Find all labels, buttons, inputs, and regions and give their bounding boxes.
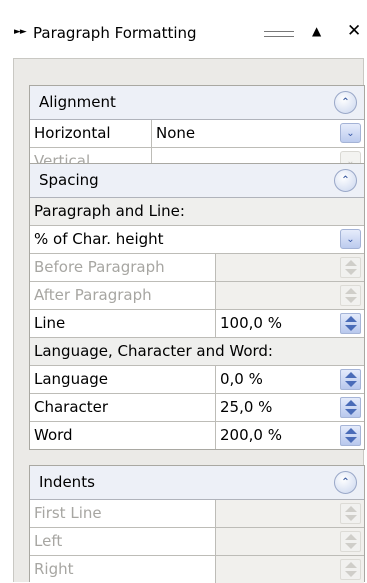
spacing-header[interactable]: Spacing ⌃ — [30, 164, 364, 198]
collapse-up-icon[interactable]: ▲ — [312, 24, 321, 38]
word-label: Word — [30, 422, 216, 449]
horizontal-row: Horizontal None ⌄ — [30, 120, 364, 148]
right-row: Right — [30, 556, 364, 583]
lang-char-word-heading: Language, Character and Word: — [30, 338, 364, 366]
word-spinner[interactable] — [340, 425, 361, 446]
collapse-chevron-icon[interactable]: ⌃ — [334, 91, 357, 114]
docker-titlebar: ►► Paragraph Formatting ▲ ✕ — [0, 0, 367, 64]
indents-header-label: Indents — [39, 473, 95, 491]
before-paragraph-row: Before Paragraph — [30, 254, 364, 282]
word-input[interactable]: 200,0 % — [216, 422, 282, 449]
first-line-row: First Line — [30, 500, 364, 528]
horizontal-dropdown-icon[interactable]: ⌄ — [340, 123, 361, 143]
unit-dropdown-icon[interactable]: ⌄ — [340, 229, 361, 249]
language-label: Language — [30, 366, 216, 393]
line-spinner[interactable] — [340, 313, 361, 334]
alignment-header-label: Alignment — [39, 93, 116, 111]
alignment-header[interactable]: Alignment ⌃ — [30, 86, 364, 120]
spacing-section: Spacing ⌃ Paragraph and Line: % of Char.… — [29, 163, 365, 450]
language-input[interactable]: 0,0 % — [216, 366, 263, 393]
paragraph-and-line-heading: Paragraph and Line: — [30, 198, 364, 226]
language-spinner[interactable] — [340, 369, 361, 390]
horizontal-select[interactable]: None — [152, 120, 195, 147]
right-label: Right — [30, 556, 216, 583]
indents-header[interactable]: Indents ⌃ — [30, 466, 364, 500]
left-spinner[interactable] — [340, 531, 361, 552]
after-paragraph-label: After Paragraph — [30, 282, 216, 309]
before-paragraph-spinner[interactable] — [340, 257, 361, 278]
first-line-label: First Line — [30, 500, 216, 527]
right-spinner[interactable] — [340, 559, 361, 580]
unit-row: % of Char. height ⌄ — [30, 226, 364, 254]
before-paragraph-label: Before Paragraph — [30, 254, 216, 281]
collapse-chevron-icon[interactable]: ⌃ — [334, 169, 357, 192]
expand-arrows-icon[interactable]: ►► — [14, 27, 27, 37]
after-paragraph-spinner[interactable] — [340, 285, 361, 306]
after-paragraph-row: After Paragraph — [30, 282, 364, 310]
indents-section: Indents ⌃ First Line Left Right — [29, 465, 365, 583]
unit-select[interactable]: % of Char. height — [30, 226, 164, 253]
close-icon[interactable]: ✕ — [347, 21, 361, 41]
language-row: Language 0,0 % — [30, 366, 364, 394]
spacing-header-label: Spacing — [39, 171, 99, 189]
left-label: Left — [30, 528, 216, 555]
first-line-spinner[interactable] — [340, 503, 361, 524]
drag-grip-icon[interactable] — [264, 31, 294, 37]
character-row: Character 25,0 % — [30, 394, 364, 422]
character-label: Character — [30, 394, 216, 421]
character-spinner[interactable] — [340, 397, 361, 418]
left-row: Left — [30, 528, 364, 556]
line-row: Line 100,0 % — [30, 310, 364, 338]
character-input[interactable]: 25,0 % — [216, 394, 272, 421]
horizontal-label: Horizontal — [30, 120, 152, 147]
panel-title: Paragraph Formatting — [33, 24, 197, 42]
word-row: Word 200,0 % — [30, 422, 364, 449]
line-label: Line — [30, 310, 216, 337]
line-input[interactable]: 100,0 % — [216, 310, 282, 337]
collapse-chevron-icon[interactable]: ⌃ — [334, 471, 357, 494]
